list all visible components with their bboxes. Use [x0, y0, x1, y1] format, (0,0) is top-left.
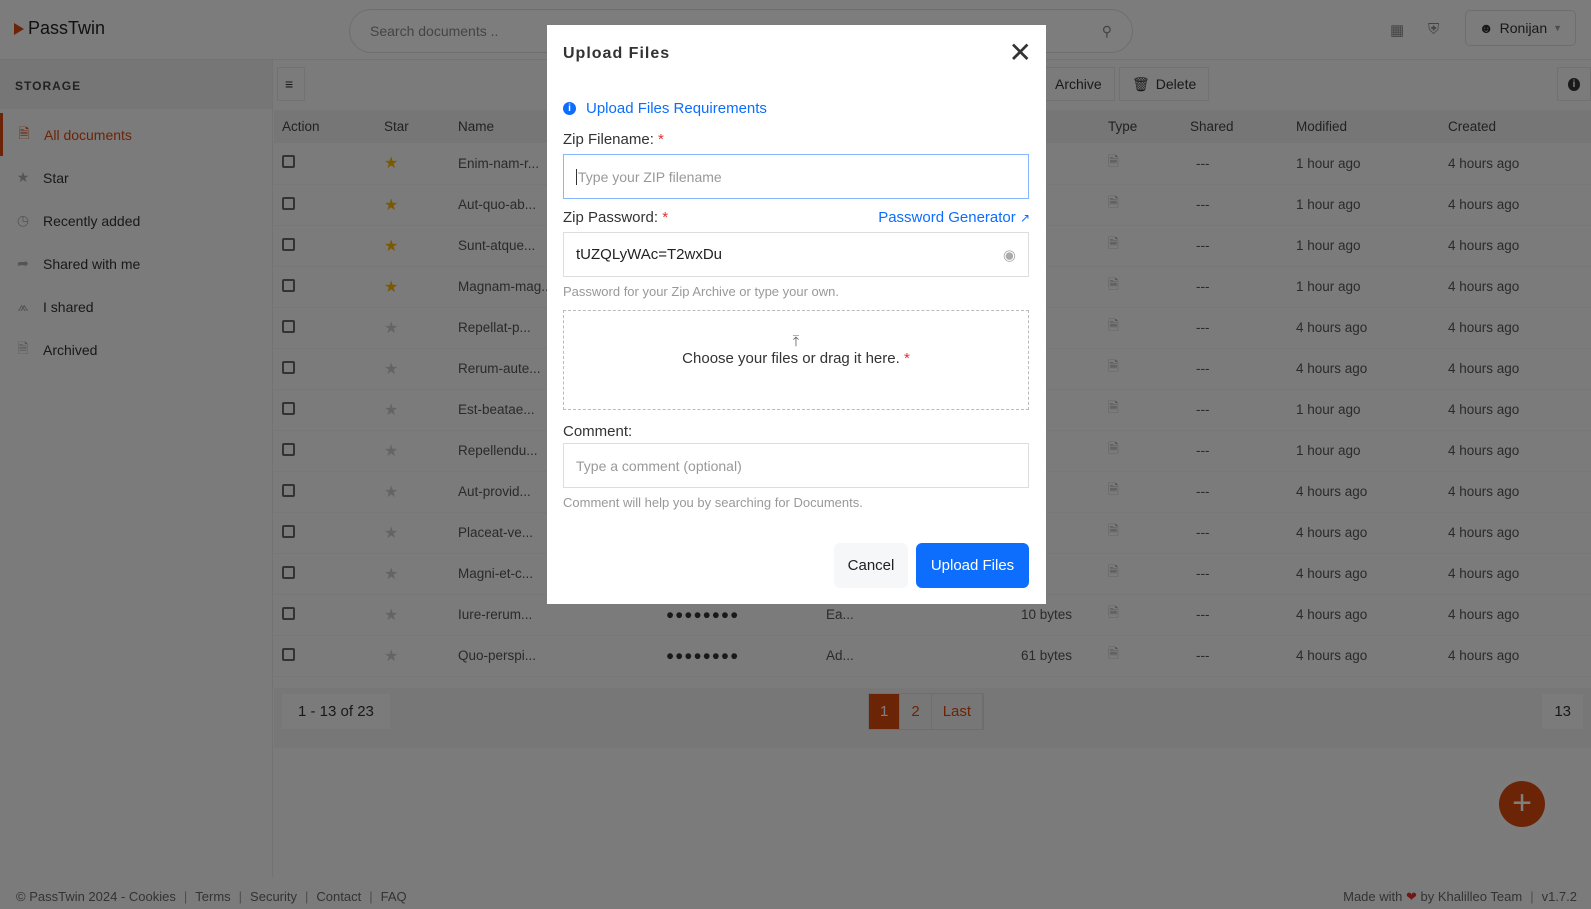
upload-files-button[interactable]: Upload Files	[916, 543, 1029, 588]
zip-filename-label: Zip Filename: *	[563, 131, 664, 148]
comment-help: Comment will help you by searching for D…	[563, 495, 863, 510]
info-icon: i	[563, 102, 576, 115]
password-help: Password for your Zip Archive or type yo…	[563, 284, 840, 299]
required-mark: *	[658, 131, 664, 148]
file-dropzone[interactable]: ⤒ Choose your files or drag it here. *	[563, 310, 1029, 410]
zip-filename-input[interactable]: Type your ZIP filename	[563, 154, 1029, 199]
required-mark: *	[903, 350, 910, 367]
cancel-label: Cancel	[847, 557, 895, 574]
dropzone-text: Choose your files or drag it here.	[682, 350, 900, 367]
password-generator-label: Password Generator	[878, 209, 1016, 226]
zip-password-label-text: Zip Password:	[563, 209, 659, 226]
cancel-button[interactable]: Cancel	[834, 543, 908, 588]
modal-title: Upload Files	[563, 45, 671, 62]
zip-filename-label-text: Zip Filename:	[563, 131, 654, 148]
comment-placeholder: Type a comment (optional)	[576, 457, 742, 474]
requirements-link[interactable]: i Upload Files Requirements	[563, 100, 767, 117]
comment-label: Comment:	[563, 423, 633, 440]
upload-icon: ⤒	[792, 333, 800, 350]
requirements-label: Upload Files Requirements	[586, 100, 767, 117]
eye-slash-icon[interactable]: ◉	[1003, 246, 1016, 264]
password-generator-link[interactable]: Password Generator ↗	[878, 209, 1030, 226]
zip-password-label: Zip Password: *	[563, 209, 668, 226]
upload-files-modal: Upload Files ✕ i Upload Files Requirement…	[547, 25, 1046, 604]
required-mark: *	[662, 209, 669, 226]
zip-filename-placeholder: Type your ZIP filename	[576, 168, 722, 185]
upload-files-label: Upload Files	[930, 557, 1015, 574]
zip-password-value: tUZQLyWAc=T2wxDu	[576, 246, 722, 263]
close-icon[interactable]: ✕	[1009, 39, 1032, 67]
comment-input[interactable]: Type a comment (optional)	[563, 443, 1029, 488]
external-link-icon: ↗	[1019, 211, 1030, 225]
zip-password-input[interactable]: tUZQLyWAc=T2wxDu ◉	[563, 232, 1029, 277]
